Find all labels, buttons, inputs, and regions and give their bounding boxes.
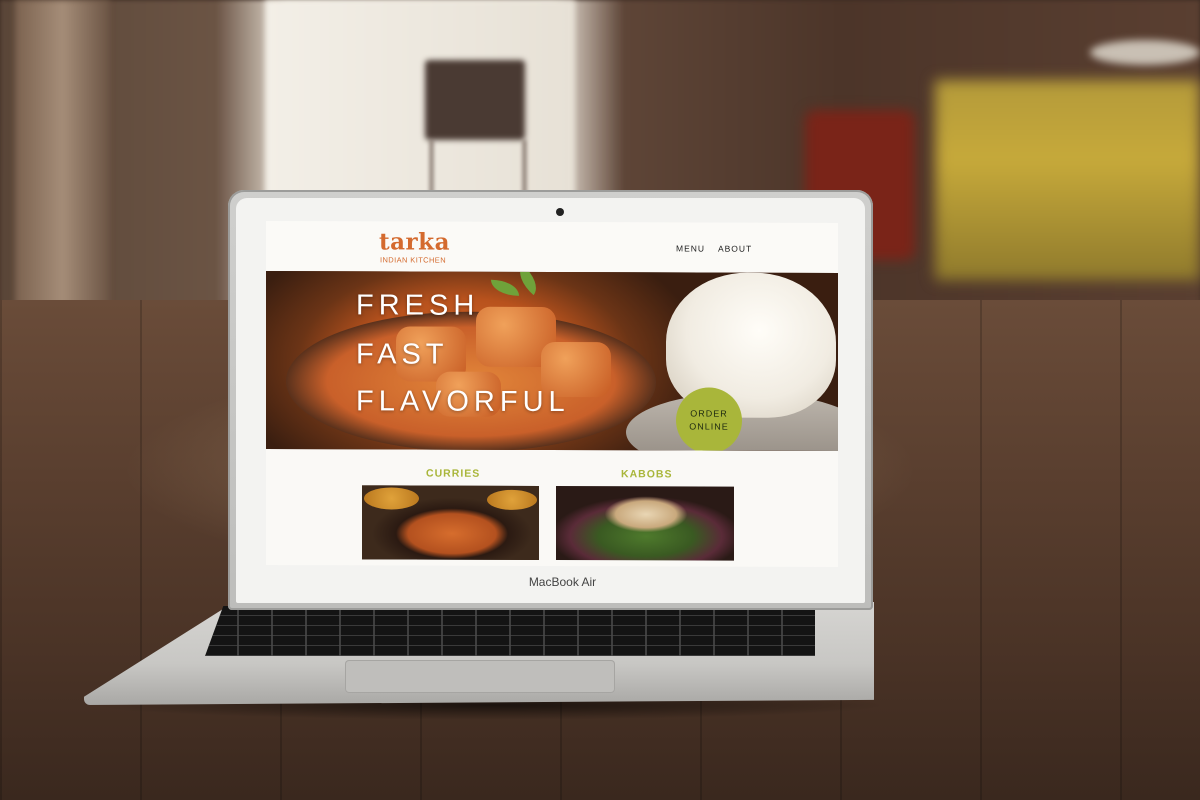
device-brand-label: MacBook Air xyxy=(528,575,597,589)
room-lamp xyxy=(1090,40,1200,65)
category-kabobs-image[interactable] xyxy=(556,486,734,561)
order-online-button[interactable]: ORDER ONLINE xyxy=(676,387,742,451)
laptop-screen: tarka INDIAN KITCHEN MENU ABOUT FRESH FA… xyxy=(266,221,838,567)
order-online-line2: ONLINE xyxy=(689,421,729,432)
nav-about-link[interactable]: ABOUT xyxy=(718,244,752,254)
nav-menu-link[interactable]: MENU xyxy=(676,243,705,253)
category-curries-image[interactable] xyxy=(362,485,539,560)
hero-garnish-leaf xyxy=(491,279,519,296)
category-kabobs-label[interactable]: KABOBS xyxy=(621,468,673,480)
hero-line-flavorful: FLAVORFUL xyxy=(356,385,570,419)
curry-side-dish xyxy=(364,487,419,510)
site-nav: MENU ABOUT xyxy=(676,243,762,253)
room-pillar xyxy=(15,0,110,330)
site-logo-tagline: INDIAN KITCHEN xyxy=(380,255,447,265)
laptop-trackpad xyxy=(345,660,615,693)
hero-line-fresh: FRESH xyxy=(356,289,480,322)
category-curries-label[interactable]: CURRIES xyxy=(426,468,480,480)
curry-side-dish xyxy=(487,489,537,510)
order-online-line1: ORDER xyxy=(690,408,728,419)
hero-line-fast: FAST xyxy=(356,338,449,371)
room-sofa xyxy=(935,80,1200,280)
camera-icon xyxy=(556,208,564,216)
room-doorway xyxy=(265,0,575,200)
site-logo[interactable]: tarka xyxy=(379,228,450,255)
laptop-keyboard-rows xyxy=(205,606,815,656)
site-header: tarka INDIAN KITCHEN MENU ABOUT xyxy=(266,221,838,273)
hero-banner: FRESH FAST FLAVORFUL ORDER ONLINE xyxy=(266,271,838,451)
room-chair xyxy=(425,60,525,140)
room-chair-legs xyxy=(430,140,526,195)
